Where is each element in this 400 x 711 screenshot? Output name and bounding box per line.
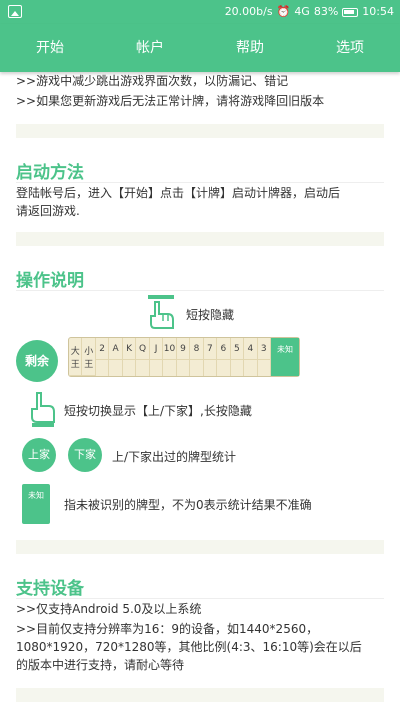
help-content[interactable]: >>游戏中减少跳出游戏界面次数，以防漏记、错记 >>如果您更新游戏后无法正常计牌… <box>0 72 400 711</box>
status-icons: 20.00b/s ⏰ 4G 83% 10:54 <box>225 0 394 24</box>
section-divider <box>16 540 384 554</box>
card-count-cell <box>82 375 95 389</box>
heading-rule <box>16 598 384 599</box>
card-label: 9 <box>180 344 186 354</box>
card-cell: 5 <box>230 338 245 376</box>
card-count-cell <box>136 359 149 373</box>
up-player-badge: 上家 <box>22 438 56 472</box>
card-count-cell <box>95 359 109 373</box>
card-label: Q <box>139 344 147 354</box>
card-label: 3 <box>260 344 267 354</box>
card-label: 7 <box>207 344 213 354</box>
card-count-cell <box>69 375 82 389</box>
card-cell: 2 <box>95 338 110 376</box>
card-count-cell <box>203 359 217 373</box>
startup-heading: 启动方法 <box>16 163 84 183</box>
hand-tap-icon <box>148 295 174 329</box>
heading-rule <box>16 182 384 183</box>
image-icon <box>8 5 22 18</box>
card-count-cell <box>230 359 244 373</box>
card-label: K <box>126 344 133 354</box>
operation-heading: 操作说明 <box>16 271 84 291</box>
card-cell: 7 <box>203 338 218 376</box>
startup-line2: 请返回游戏. <box>16 204 80 218</box>
card-label: 大王 <box>70 347 80 370</box>
card-count-cell <box>109 359 122 373</box>
card-label: 小王 <box>84 347 94 370</box>
clock: 10:54 <box>362 5 394 18</box>
card-cell: J <box>149 338 164 376</box>
card-label: 5 <box>233 344 240 354</box>
devices-heading: 支持设备 <box>16 579 84 599</box>
card-cell: 6 <box>217 338 231 376</box>
card-cell: 4 <box>244 338 258 376</box>
devices-line4: 的版本中进行支持，请耐心等待 <box>16 658 185 672</box>
tab-bar: 开始 帐户 帮助 选项 <box>0 24 400 72</box>
status-bar: 20.00b/s ⏰ 4G 83% 10:54 <box>0 0 400 24</box>
down-player-badge: 下家 <box>68 438 102 472</box>
card-rows: 大王 小王 2 A K Q J 10 9 8 7 6 5 4 3 <box>69 338 272 376</box>
unknown-desc: 指未被识别的牌型，不为0表示统计结果不准确 <box>64 498 312 512</box>
played-stats-label: 上/下家出过的牌型统计 <box>112 450 237 464</box>
tab-start[interactable]: 开始 <box>0 24 100 72</box>
card-cell: 8 <box>190 338 204 376</box>
tab-help[interactable]: 帮助 <box>200 24 300 72</box>
card-count-cell <box>257 359 271 373</box>
unknown-box: 未知 <box>22 484 50 524</box>
section-divider <box>16 688 384 702</box>
tab-account[interactable]: 帐户 <box>100 24 200 72</box>
signal-icon: 4G <box>294 5 310 18</box>
note-cut-line: >>游戏中减少跳出游戏界面次数，以防漏记、错记 <box>16 74 289 88</box>
card-counter-strip: 大王 小王 2 A K Q J 10 9 8 7 6 5 4 3 未知 <box>68 337 300 377</box>
card-cell: 小王 <box>82 338 96 376</box>
devices-line3: 1080*1920，720*1280等，其他比例(4:3、16:10等)会在以后 <box>16 640 362 654</box>
card-label: 4 <box>247 344 254 354</box>
heading-rule <box>16 290 384 291</box>
card-count-cell <box>217 359 230 373</box>
startup-line1: 登陆帐号后，进入【开始】点击【计牌】启动计牌器，启动后 <box>16 186 341 200</box>
remain-badge: 剩余 <box>16 340 58 382</box>
note-downgrade: >>如果您更新游戏后无法正常计牌，请将游戏降回旧版本 <box>16 94 325 108</box>
card-cell: K <box>122 338 137 376</box>
card-cell: Q <box>136 338 150 376</box>
card-count-cell <box>190 359 203 373</box>
card-cell: 9 <box>176 338 191 376</box>
section-divider <box>16 232 384 246</box>
card-label: J <box>154 344 158 354</box>
alarm-icon: ⏰ <box>276 5 291 18</box>
card-label: 10 <box>163 344 176 354</box>
card-label: 2 <box>99 344 106 354</box>
battery-icon <box>342 7 359 17</box>
card-label: 8 <box>193 344 200 354</box>
card-label: A <box>112 344 119 354</box>
card-count-cell <box>122 359 136 373</box>
unknown-column: 未知 <box>271 338 299 376</box>
card-count-cell <box>149 359 163 373</box>
toggle-label: 短按切换显示【上/下家】,长按隐藏 <box>64 404 252 418</box>
card-label: 6 <box>220 344 227 354</box>
card-cell: A <box>109 338 123 376</box>
card-count-cell <box>176 359 190 373</box>
network-speed: 20.00b/s <box>224 5 273 18</box>
devices-line2: >>目前仅支持分辨率为16：9的设备，如1440*2560， <box>16 622 319 636</box>
tab-options[interactable]: 选项 <box>300 24 400 72</box>
card-cell: 10 <box>163 338 177 376</box>
devices-line1: >>仅支持Android 5.0及以上系统 <box>16 602 202 616</box>
card-count-cell <box>163 359 176 373</box>
hand-point-icon <box>31 392 55 427</box>
battery-percent: 83% <box>313 5 339 18</box>
card-cell: 大王 <box>69 338 83 376</box>
card-count-cell <box>244 359 257 373</box>
section-divider <box>16 124 384 138</box>
tap-hide-label: 短按隐藏 <box>186 308 235 322</box>
card-cell: 3 <box>257 338 272 376</box>
